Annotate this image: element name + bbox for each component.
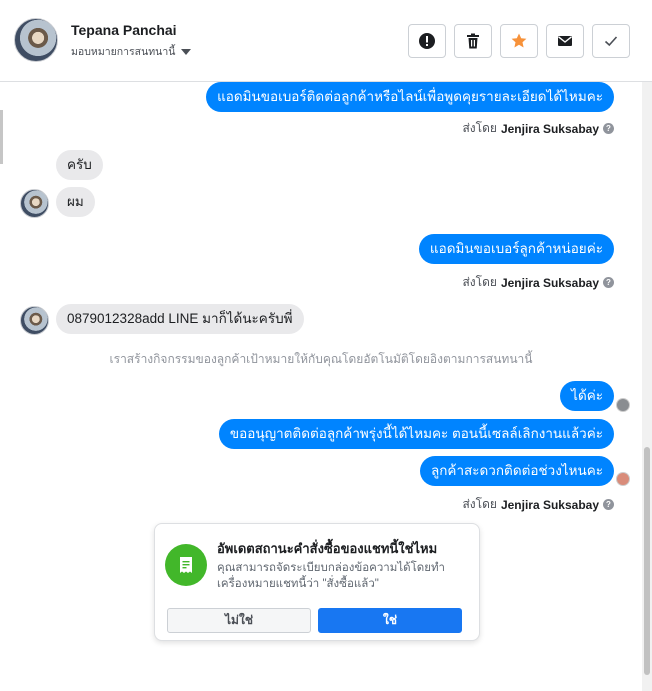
receipt-icon	[165, 544, 207, 586]
outgoing-message[interactable]: แอดมินขอเบอร์ติดต่อลูกค้าหรือไลน์เพื่อพู…	[206, 82, 614, 112]
mail-icon	[558, 36, 572, 46]
read-receipt-avatar	[616, 472, 630, 486]
sent-by-label: ส่งโดย Jenjira Suksabay ?	[462, 495, 614, 514]
sent-by-label: ส่งโดย Jenjira Suksabay ?	[462, 273, 614, 292]
contact-name[interactable]: Tepana Panchai	[71, 22, 177, 38]
outgoing-message[interactable]: ลูกค้าสะดวกติดต่อช่วงไหนคะ	[419, 456, 614, 486]
conversation-actions	[408, 24, 630, 58]
order-status-card: อัพเดตสถานะคำสั่งซื้อของแชทนี้ใช่ไหม คุณ…	[154, 523, 480, 641]
assign-label: มอบหมายการสนทนานี้	[71, 46, 176, 58]
star-button[interactable]	[500, 24, 538, 58]
sent-by-prefix: ส่งโดย	[462, 275, 497, 289]
sent-by-label: ส่งโดย Jenjira Suksabay ?	[462, 119, 614, 138]
mark-done-button[interactable]	[592, 24, 630, 58]
delete-button[interactable]	[454, 24, 492, 58]
help-icon[interactable]: ?	[603, 277, 614, 288]
incoming-message[interactable]: ผม	[56, 187, 95, 217]
assign-conversation-dropdown[interactable]: มอบหมายการสนทนานี้	[71, 43, 192, 60]
outgoing-message[interactable]: แอดมินขอเบอร์ลูกค้าหน่อยค่ะ	[418, 234, 614, 264]
contact-avatar[interactable]	[20, 189, 49, 218]
check-icon	[604, 36, 618, 47]
incoming-message[interactable]: ครับ	[56, 150, 103, 180]
avatar[interactable]	[14, 18, 58, 62]
no-button[interactable]: ไม่ใช่	[167, 608, 311, 633]
read-receipt-avatar	[616, 398, 630, 412]
outgoing-message[interactable]: ขออนุญาตติดต่อลูกค้าพรุ่งนี้ได้ไหมคะ ตอน…	[218, 419, 614, 449]
alert-icon	[419, 33, 435, 49]
help-icon[interactable]: ?	[603, 499, 614, 510]
mark-unread-button[interactable]	[546, 24, 584, 58]
system-notice: เราสร้างกิจกรรมของลูกค้าเป้าหมายให้กับคุ…	[109, 352, 533, 366]
outgoing-message[interactable]: ได้ค่ะ	[560, 381, 614, 411]
mark-spam-button[interactable]	[408, 24, 446, 58]
sent-by-name[interactable]: Jenjira Suksabay	[501, 498, 599, 512]
card-description: คุณสามารถจัดระเบียบกล่องข้อความได้โดยทำเ…	[217, 562, 446, 590]
left-edge-marker	[0, 110, 3, 164]
sent-by-name[interactable]: Jenjira Suksabay	[501, 122, 599, 136]
scrollbar-thumb[interactable]	[644, 447, 650, 675]
yes-button[interactable]: ใช่	[318, 608, 462, 633]
incoming-message[interactable]: 0879012328add LINE มาก็ได้นะครับพี่	[56, 304, 304, 334]
conversation-header: Tepana Panchai มอบหมายการสนทนานี้	[0, 0, 652, 82]
sent-by-prefix: ส่งโดย	[462, 497, 497, 511]
trash-icon	[467, 33, 479, 49]
sent-by-name[interactable]: Jenjira Suksabay	[501, 276, 599, 290]
card-title: อัพเดตสถานะคำสั่งซื้อของแชทนี้ใช่ไหม	[217, 541, 438, 556]
chevron-down-icon	[181, 48, 192, 55]
sent-by-prefix: ส่งโดย	[462, 121, 497, 135]
help-icon[interactable]: ?	[603, 123, 614, 134]
star-icon	[511, 33, 527, 48]
contact-avatar[interactable]	[20, 306, 49, 335]
